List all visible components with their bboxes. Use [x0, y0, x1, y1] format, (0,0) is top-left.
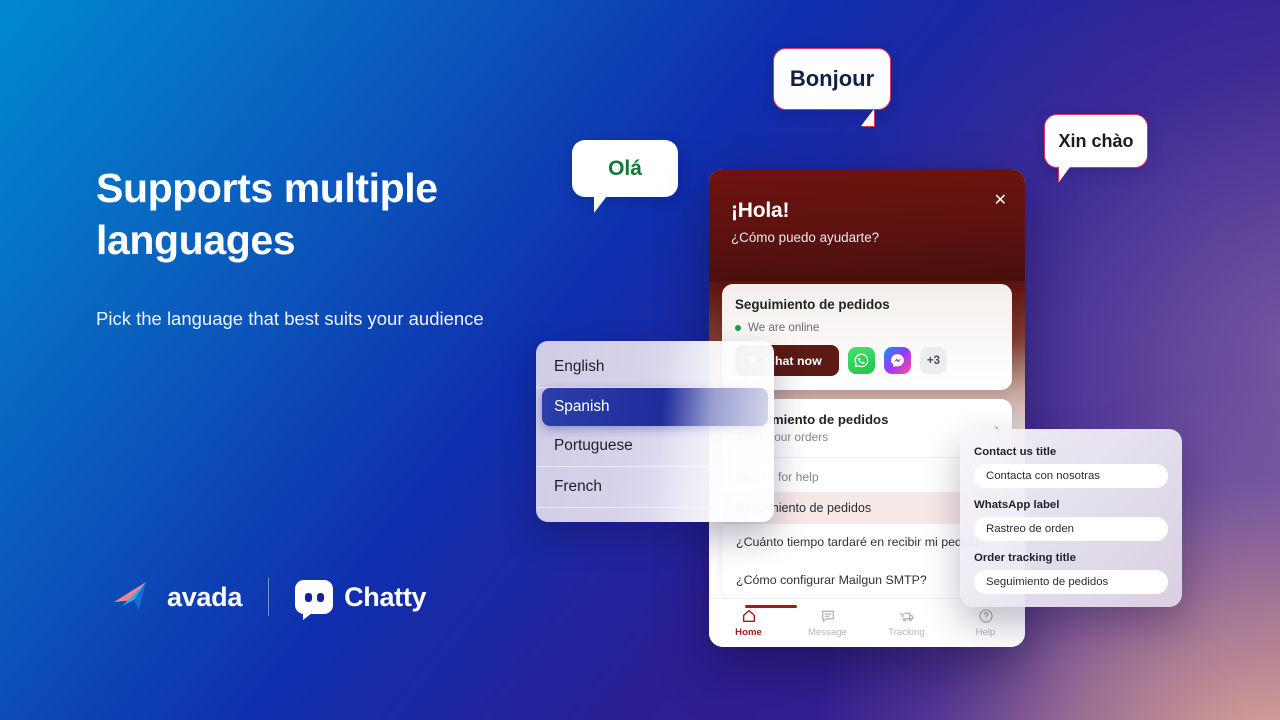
- home-icon: [742, 610, 755, 622]
- chatty-wordmark: Chatty: [344, 581, 427, 612]
- nav-item-tracking[interactable]: Tracking: [867, 608, 946, 638]
- speech-bubble-bonjour: Bonjour: [773, 48, 891, 110]
- nav-item-message[interactable]: Message: [788, 608, 867, 638]
- close-icon[interactable]: ✕: [994, 193, 1007, 209]
- contact-us-title-input[interactable]: Contacta con nosotras: [974, 464, 1168, 488]
- language-option-portuguese[interactable]: Portuguese: [536, 426, 774, 467]
- language-dropdown[interactable]: English Spanish Portuguese French: [536, 341, 774, 522]
- message-icon: [821, 610, 834, 622]
- brand-row: avada Chatty: [112, 578, 427, 620]
- whatsapp-glyph-icon: [854, 353, 869, 368]
- language-option-english[interactable]: English: [536, 347, 774, 388]
- brand-divider: [268, 578, 270, 616]
- avada-logo: avada: [112, 580, 242, 614]
- language-option-spanish[interactable]: Spanish: [542, 388, 768, 426]
- contact-card-title: Seguimiento de pedidos: [735, 297, 890, 312]
- order-tracking-title-input[interactable]: Seguimiento de pedidos: [974, 570, 1168, 594]
- nav-label-help: Help: [975, 627, 996, 638]
- status-dot-icon: [735, 324, 741, 331]
- contact-actions: Chat now +3: [735, 345, 999, 376]
- chatty-eye-left: [304, 592, 312, 602]
- truck-icon: [899, 612, 914, 622]
- contact-us-title-label: Contact us title: [974, 446, 1057, 458]
- avada-mark-icon: [114, 582, 146, 610]
- page-subtitle: Pick the language that best suits your a…: [96, 308, 484, 329]
- language-option-french[interactable]: French: [536, 467, 774, 508]
- online-status: We are online: [735, 321, 999, 334]
- nav-item-help[interactable]: Help: [946, 608, 1025, 638]
- online-status-label: We are online: [748, 321, 820, 334]
- chatty-logo: Chatty: [295, 580, 427, 620]
- whatsapp-icon[interactable]: [848, 347, 875, 374]
- chatty-eye-right: [316, 592, 324, 602]
- messenger-glyph-icon: [891, 354, 904, 368]
- speech-bubble-xinchao: Xin chào: [1044, 114, 1148, 168]
- avada-wordmark: avada: [167, 581, 243, 612]
- greeting-subtitle: ¿Cómo puedo ayudarte?: [731, 230, 880, 245]
- nav-label-message: Message: [808, 627, 847, 638]
- whatsapp-label-label: WhatsApp label: [974, 499, 1060, 511]
- promo-banner: Supports multiple languages Pick the lan…: [0, 0, 1280, 720]
- nav-item-home[interactable]: Home: [709, 605, 797, 638]
- speech-bubble-ola: Olá: [572, 140, 678, 213]
- chatty-bot-icon: [295, 580, 334, 620]
- greeting-title: ¡Hola!: [731, 199, 790, 222]
- nav-label-home: Home: [735, 627, 762, 638]
- messenger-icon[interactable]: [884, 347, 911, 374]
- page-title: Supports multiple languages: [96, 165, 438, 264]
- whatsapp-label-input[interactable]: Rastreo de orden: [974, 517, 1168, 541]
- help-circle-icon: [978, 609, 993, 623]
- settings-panel: Contact us title Contacta con nosotras W…: [960, 429, 1182, 607]
- chat-now-label: Chat now: [766, 353, 822, 368]
- chat-widget-header: ✕ ¡Hola! ¿Cómo puedo ayudarte?: [709, 169, 1025, 281]
- nav-label-tracking: Tracking: [888, 627, 925, 638]
- order-tracking-title-label: Order tracking title: [974, 552, 1076, 564]
- more-channels-button[interactable]: +3: [920, 347, 947, 374]
